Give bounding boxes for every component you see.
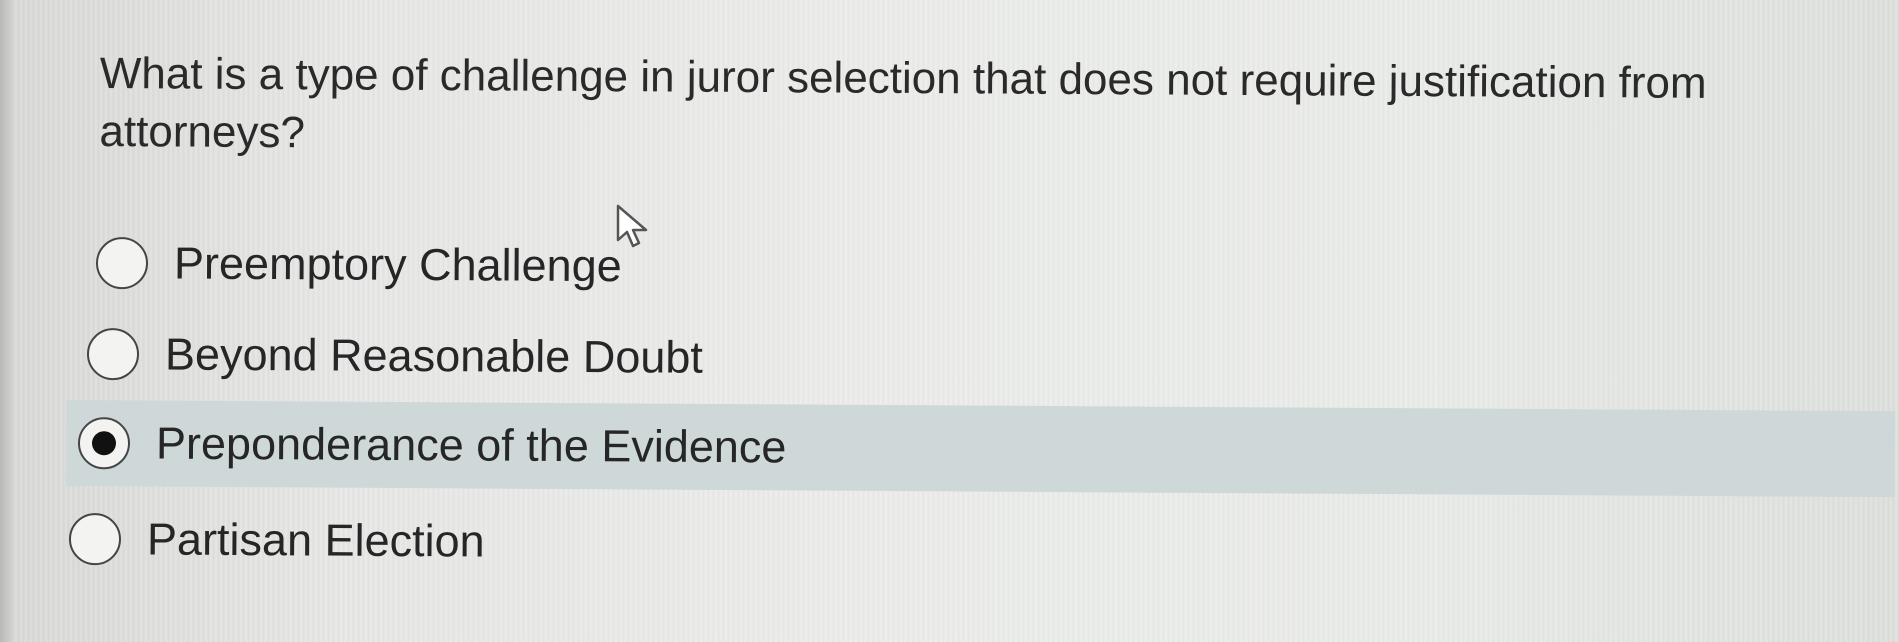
- answer-option-label: Beyond Reasonable Doubt: [164, 328, 704, 383]
- answer-option-label: Partisan Election: [146, 513, 485, 567]
- radio-button-unchecked[interactable]: [95, 237, 149, 290]
- answer-options: Preemptory Challenge Beyond Reasonable D…: [0, 0, 1899, 642]
- answer-option-label: Preponderance of the Evidence: [155, 417, 787, 473]
- radio-button-unchecked[interactable]: [68, 513, 122, 566]
- answer-option-partisan-election[interactable]: Partisan Election: [68, 497, 690, 585]
- answer-option-preponderance-of-the-evidence[interactable]: Preponderance of the Evidence: [65, 400, 1896, 498]
- radio-button-unchecked[interactable]: [86, 328, 140, 381]
- answer-option-beyond-reasonable-doubt[interactable]: Beyond Reasonable Doubt: [86, 312, 817, 400]
- answer-option-preemptory-challenge[interactable]: Preemptory Challenge: [95, 221, 717, 309]
- answer-option-label: Preemptory Challenge: [173, 237, 622, 292]
- radio-button-checked[interactable]: [77, 417, 131, 470]
